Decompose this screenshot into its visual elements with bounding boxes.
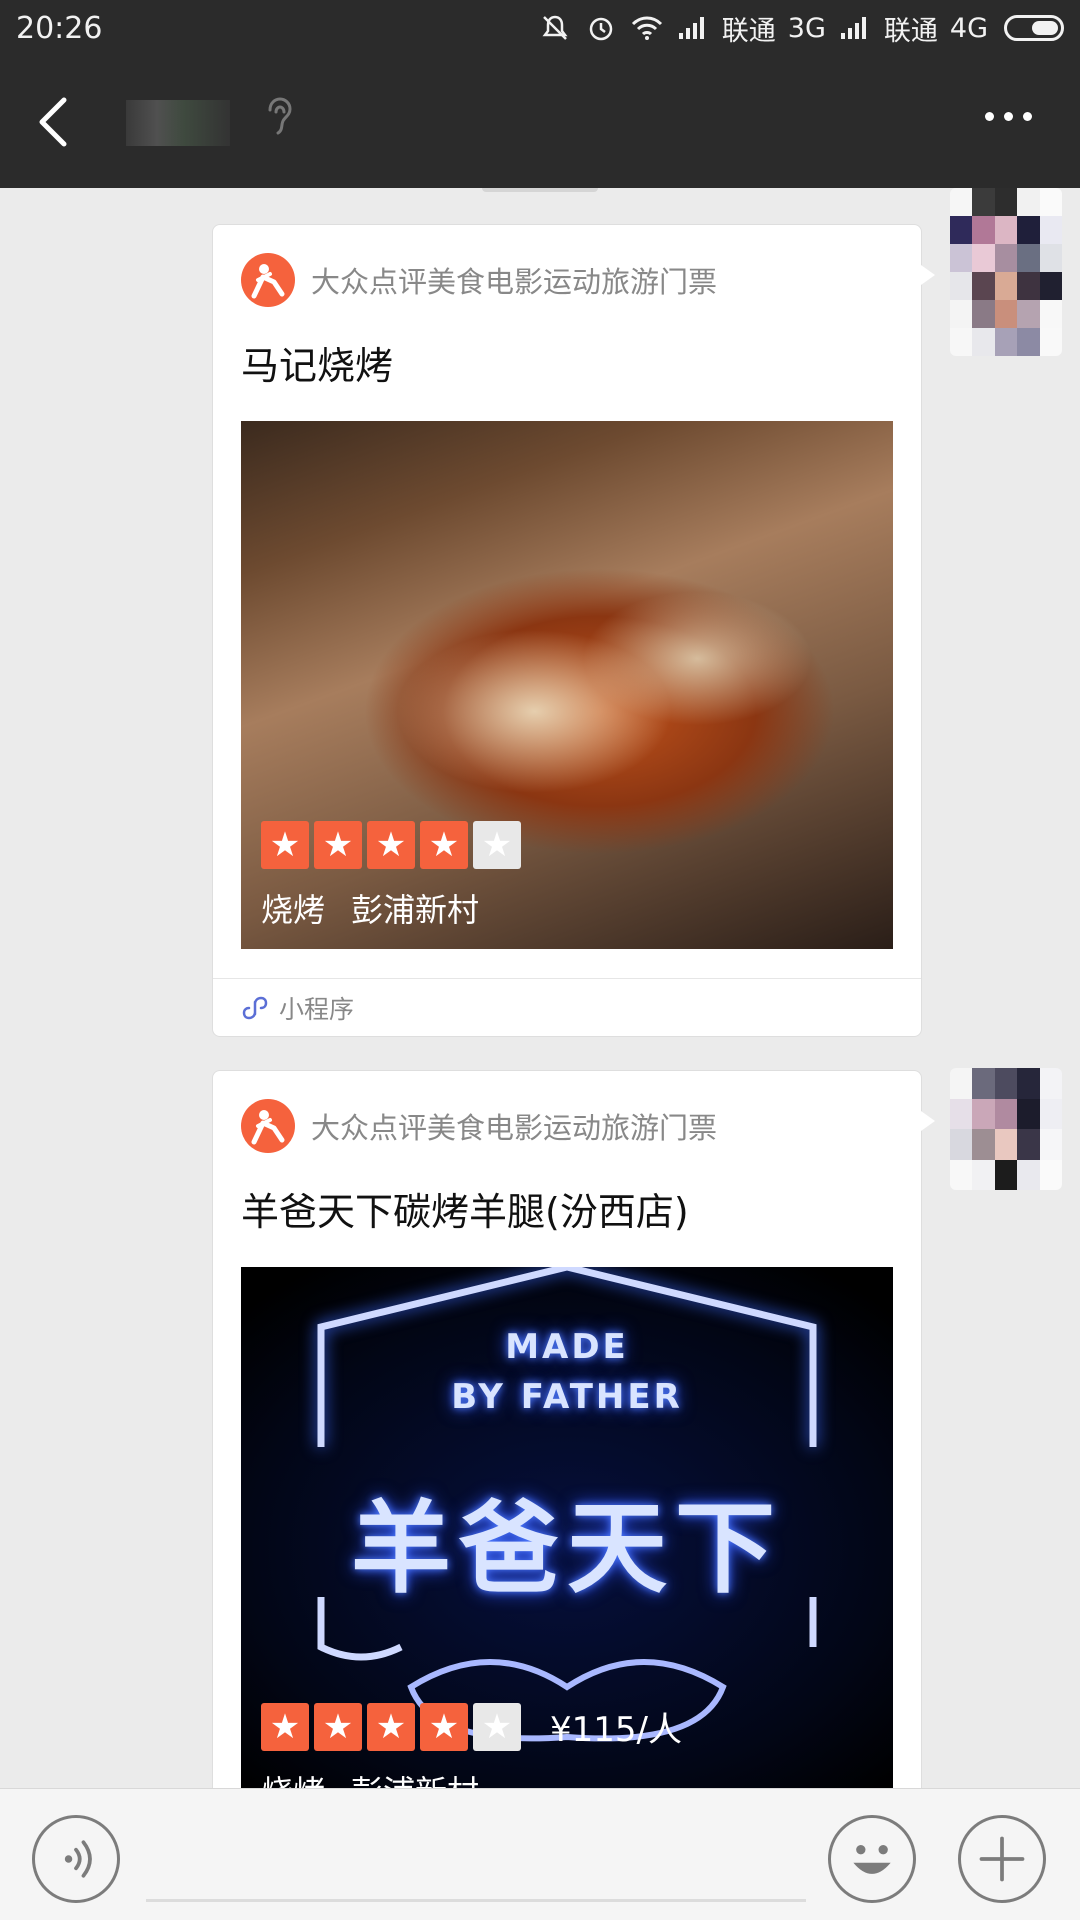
more-button[interactable]: [985, 112, 1032, 121]
plus-button[interactable]: [958, 1815, 1046, 1903]
source-name: 大众点评美食电影运动旅游门票: [311, 265, 718, 299]
image-overlay: ★ ★ ★ ★ ★ 烧烤 彭浦新村: [261, 821, 521, 931]
star-icon: ★: [261, 1702, 309, 1751]
star-icon: ★: [261, 821, 309, 869]
chevron-left-icon: [39, 97, 67, 147]
network-2: 4G: [949, 12, 988, 44]
neon-line-1: MADE: [505, 1327, 629, 1367]
source-name: 大众点评美食电影运动旅游门票: [311, 1111, 718, 1145]
mini-program-icon: [242, 996, 268, 1019]
earpiece-icon: [264, 96, 294, 140]
tags: 烧烤 彭浦新村: [261, 885, 521, 931]
star-icon: ★: [314, 1702, 362, 1751]
emoji-icon: [853, 1845, 891, 1874]
mini-program-card[interactable]: 大众点评美食电影运动旅游门票 马记烧烤 ★ ★ ★ ★ ★ 烧烤 彭浦新村 小程…: [212, 224, 935, 1037]
mute-icon: [538, 11, 572, 45]
input-bar: [0, 1788, 1080, 1920]
carrier-1: 联通: [721, 15, 776, 47]
star-empty-icon: ★: [473, 1702, 521, 1751]
dianping-logo-icon: [241, 253, 295, 307]
avatar[interactable]: [950, 188, 1062, 356]
back-button[interactable]: [30, 94, 80, 150]
tag-category: 烧烤: [261, 1767, 325, 1788]
star-empty-icon: ★: [473, 821, 521, 869]
card-title: 马记烧烤: [241, 344, 394, 388]
tag-category: 烧烤: [261, 891, 326, 929]
star-icon: ★: [367, 1702, 415, 1751]
alarm-icon: [584, 11, 618, 45]
nav-bar: [0, 56, 1080, 188]
neon-line-3: 羊爸天下: [351, 1490, 783, 1607]
status-bar: 20:26 联通 3G 联通 4G: [0, 0, 1080, 56]
emoji-button[interactable]: [828, 1815, 916, 1903]
restaurant-photo[interactable]: MADE BY FATHER 羊爸天下 ★ ★ ★ ★ ★ ¥115/人 烧烤 …: [241, 1267, 893, 1788]
neon-line-2: BY FATHER: [451, 1377, 683, 1417]
card-footer: 小程序: [213, 978, 921, 1036]
star-icon: ★: [314, 821, 362, 869]
battery-icon: [1004, 15, 1064, 41]
mini-program-label: 小程序: [279, 994, 355, 1024]
tags: 烧烤 彭浦新村: [261, 1767, 682, 1788]
signal-icon: [838, 11, 872, 45]
star-rating: ★ ★ ★ ★ ★ ¥115/人: [261, 1702, 682, 1751]
mini-program-card[interactable]: 大众点评美食电影运动旅游门票 羊爸天下碳烤羊腿(汾西店) MADE BY FAT…: [212, 1070, 935, 1788]
tag-location: 彭浦新村: [351, 1767, 479, 1788]
message-input[interactable]: [146, 1899, 806, 1902]
dianping-logo-icon: [241, 1099, 295, 1153]
status-indicators: 联通 3G 联通 4G: [538, 9, 1064, 48]
image-overlay: ★ ★ ★ ★ ★ ¥115/人 烧烤 彭浦新村: [261, 1702, 682, 1788]
carrier-2: 联通: [883, 15, 938, 47]
card-header: 大众点评美食电影运动旅游门票: [241, 1099, 717, 1153]
star-icon: ★: [420, 821, 468, 869]
card-header: 大众点评美食电影运动旅游门票: [241, 253, 717, 307]
tag-location: 彭浦新村: [351, 891, 480, 929]
chat-area[interactable]: 大众点评美食电影运动旅游门票 马记烧烤 ★ ★ ★ ★ ★ 烧烤 彭浦新村 小程…: [0, 188, 1080, 1788]
star-icon: ★: [420, 1702, 468, 1751]
plus-icon: [979, 1836, 1025, 1882]
voice-button[interactable]: [32, 1815, 120, 1903]
avatar[interactable]: [950, 1068, 1062, 1190]
wifi-icon: [630, 11, 664, 45]
contact-name-blurred[interactable]: [126, 100, 230, 146]
star-icon: ★: [367, 821, 415, 869]
more-dots-icon: [985, 112, 994, 121]
status-time: 20:26: [16, 10, 103, 46]
previous-message-edge: [482, 188, 598, 192]
price-per-person: ¥115/人: [550, 1710, 682, 1750]
star-rating: ★ ★ ★ ★ ★: [261, 821, 521, 869]
voice-icon: [64, 1840, 92, 1878]
network-1: 3G: [787, 12, 826, 44]
card-title: 羊爸天下碳烤羊腿(汾西店): [241, 1190, 689, 1234]
signal-icon: [676, 11, 710, 45]
restaurant-photo[interactable]: ★ ★ ★ ★ ★ 烧烤 彭浦新村: [241, 421, 893, 949]
